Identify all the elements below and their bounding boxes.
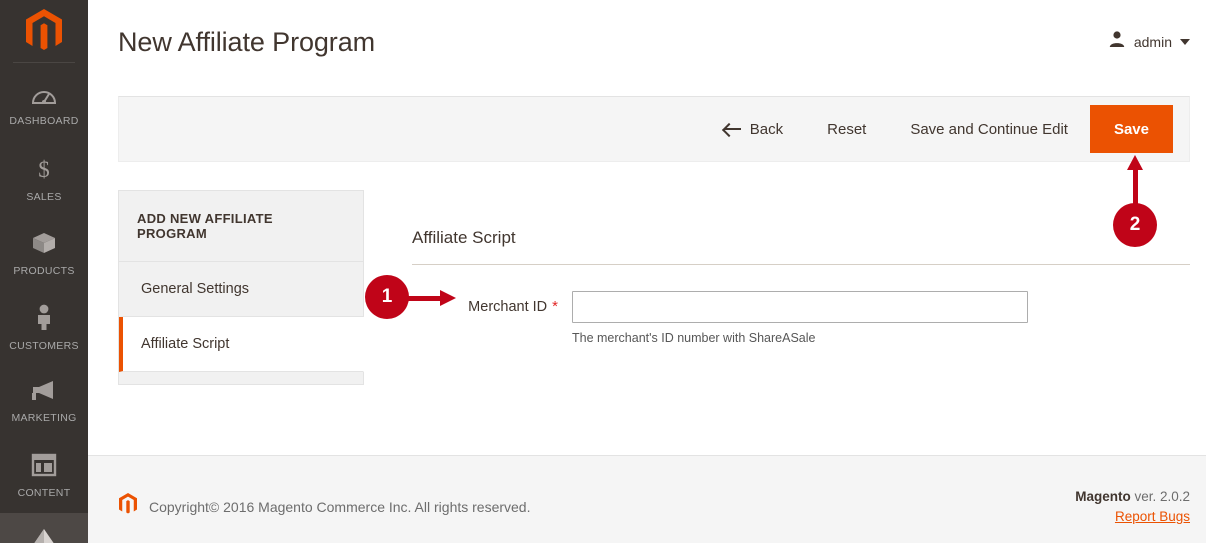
box-icon: [31, 231, 57, 260]
reset-button-label: Reset: [827, 120, 867, 138]
sidebar-item-label: MARKETING: [11, 412, 77, 424]
admin-user-menu[interactable]: admin: [1108, 30, 1190, 53]
sidebar-item-label: DASHBOARD: [9, 115, 79, 127]
tab-general-settings[interactable]: General Settings: [119, 262, 363, 317]
back-button-label: Back: [749, 120, 784, 138]
person-icon: [35, 304, 53, 335]
sidebar-item-customers[interactable]: CUSTOMERS: [0, 291, 88, 365]
sidebar-item-products[interactable]: PRODUCTS: [0, 217, 88, 291]
annotation-arrow-1: [404, 290, 456, 306]
form-tabs: ADD NEW AFFILIATE PROGRAM General Settin…: [118, 190, 364, 385]
user-avatar-icon: [1108, 30, 1126, 53]
sidebar-item-label: CONTENT: [17, 487, 71, 499]
magento-logo-icon: [118, 492, 138, 521]
tab-label: Affiliate Script: [141, 336, 230, 352]
back-button[interactable]: Back: [702, 97, 805, 161]
save-button[interactable]: Save: [1089, 105, 1173, 153]
form-tabs-tail: [119, 372, 363, 384]
version-number: ver. 2.0.2: [1130, 489, 1190, 504]
plumrocket-pyramid-icon: [29, 528, 59, 543]
form-panel: Affiliate Script Merchant ID * The mercha…: [412, 228, 1190, 345]
admin-user-name: admin: [1133, 33, 1172, 50]
copyright-text: Copyright© 2016 Magento Commerce Inc. Al…: [149, 498, 531, 515]
page-actions-toolbar: Back Reset Save and Continue Edit Save: [118, 96, 1190, 162]
magento-brand: Magento: [1075, 489, 1131, 504]
sidebar-item-content[interactable]: CONTENT: [0, 439, 88, 513]
sidebar-item-dashboard[interactable]: DASHBOARD: [0, 69, 88, 143]
reset-button[interactable]: Reset: [805, 97, 888, 161]
tab-label: General Settings: [141, 281, 250, 297]
required-asterisk: *: [552, 298, 558, 315]
svg-text:$: $: [38, 157, 50, 181]
sidebar-item-plumrocket[interactable]: PLUMROCKET: [0, 513, 88, 543]
sidebar-item-label: CUSTOMERS: [9, 340, 79, 352]
report-bugs-link[interactable]: Report Bugs: [1075, 509, 1190, 524]
tab-affiliate-script[interactable]: Affiliate Script: [119, 317, 364, 372]
arrow-left-icon: [723, 123, 741, 135]
chevron-down-icon[interactable]: [1180, 38, 1190, 45]
magento-version: Magento ver. 2.0.2: [1075, 489, 1190, 504]
sidebar-item-sales[interactable]: $ SALES: [0, 143, 88, 217]
merchant-id-label-text: Merchant ID: [468, 299, 548, 315]
footer-version-block: Magento ver. 2.0.2 Report Bugs: [1075, 489, 1190, 524]
annotation-marker-1: 1: [365, 275, 409, 319]
sidebar-logo[interactable]: [0, 0, 88, 62]
save-and-continue-edit-button[interactable]: Save and Continue Edit: [888, 97, 1090, 161]
merchant-id-note: The merchant's ID number with ShareASale: [572, 331, 816, 345]
page-title: New Affiliate Program: [118, 27, 376, 57]
annotation-marker-2: 2: [1113, 203, 1157, 247]
sidebar-divider: [13, 62, 75, 63]
sidebar-item-label: SALES: [26, 191, 62, 203]
magento-logo-icon: [26, 9, 62, 50]
sidebar-item-marketing[interactable]: MARKETING: [0, 365, 88, 439]
merchant-id-control: The merchant's ID number with ShareASale: [572, 291, 1190, 345]
page-header: New Affiliate Program admin: [88, 0, 1206, 88]
dashboard-gauge-icon: [31, 85, 57, 110]
form-section-title: Affiliate Script: [412, 228, 1190, 265]
sidebar: DASHBOARD $ SALES PRODUCTS CUSTOMERS MAR…: [0, 0, 88, 543]
layout-grid-icon: [31, 453, 57, 482]
form-tabs-heading: ADD NEW AFFILIATE PROGRAM: [119, 191, 363, 262]
save-button-label: Save: [1113, 120, 1149, 138]
merchant-id-input[interactable]: [572, 291, 1028, 323]
dollar-sign-icon: $: [34, 157, 54, 186]
page-footer: Copyright© 2016 Magento Commerce Inc. Al…: [88, 456, 1206, 543]
field-row-merchant-id: Merchant ID * The merchant's ID number wi…: [412, 291, 1190, 345]
save-and-continue-label: Save and Continue Edit: [910, 120, 1068, 138]
footer-copyright-block: Copyright© 2016 Magento Commerce Inc. Al…: [118, 492, 531, 521]
sidebar-item-label: PRODUCTS: [13, 265, 75, 277]
megaphone-icon: [30, 380, 58, 407]
